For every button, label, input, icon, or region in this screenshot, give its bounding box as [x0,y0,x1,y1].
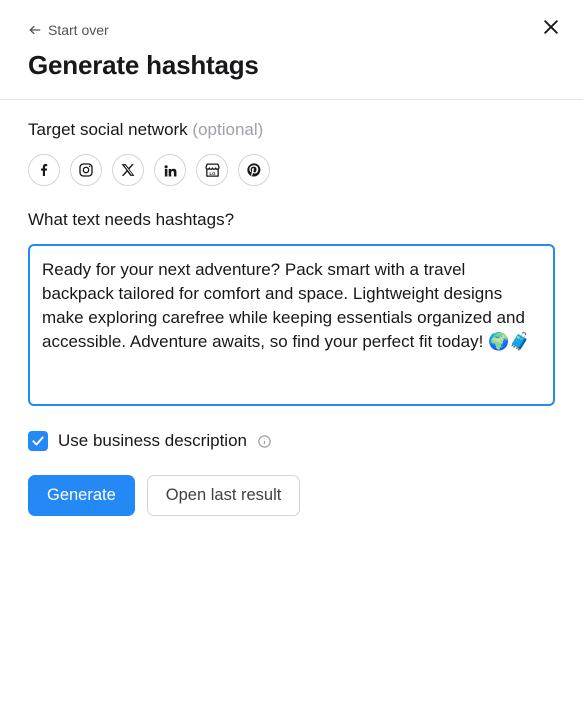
info-icon[interactable] [257,434,272,449]
start-over-label: Start over [48,22,109,38]
business-desc-row: Use business description [28,431,555,451]
actions-row: Generate Open last result [28,475,555,516]
x-icon [121,163,135,177]
facebook-button[interactable] [28,154,60,186]
start-over-link[interactable]: Start over [28,22,109,38]
page-title: Generate hashtags [28,50,555,81]
open-last-result-button[interactable]: Open last result [147,475,301,516]
optional-suffix: (optional) [192,120,263,139]
hashtag-text-input[interactable] [28,244,555,406]
prompt-label: What text needs hashtags? [28,210,555,230]
instagram-icon [78,162,94,178]
textarea-wrap [28,244,555,411]
close-icon [541,17,561,40]
generate-button[interactable]: Generate [28,475,135,516]
x-twitter-button[interactable] [112,154,144,186]
facebook-icon [36,162,52,178]
close-button[interactable] [537,14,565,42]
header: Start over Generate hashtags [0,0,583,100]
use-business-desc-checkbox[interactable] [28,431,48,451]
checkmark-icon [31,434,45,448]
svg-text:LG: LG [209,170,216,175]
google-business-button[interactable]: LG [196,154,228,186]
social-network-row: LG [28,154,555,186]
instagram-button[interactable] [70,154,102,186]
google-business-icon: LG [204,162,221,179]
pinterest-button[interactable] [238,154,270,186]
linkedin-icon [163,163,178,178]
content: Target social network (optional) LG [0,100,583,536]
arrow-left-icon [28,23,42,37]
use-business-desc-label: Use business description [58,431,247,451]
target-network-label: Target social network (optional) [28,120,555,140]
pinterest-icon [246,162,262,178]
linkedin-button[interactable] [154,154,186,186]
target-network-label-text: Target social network [28,120,188,139]
